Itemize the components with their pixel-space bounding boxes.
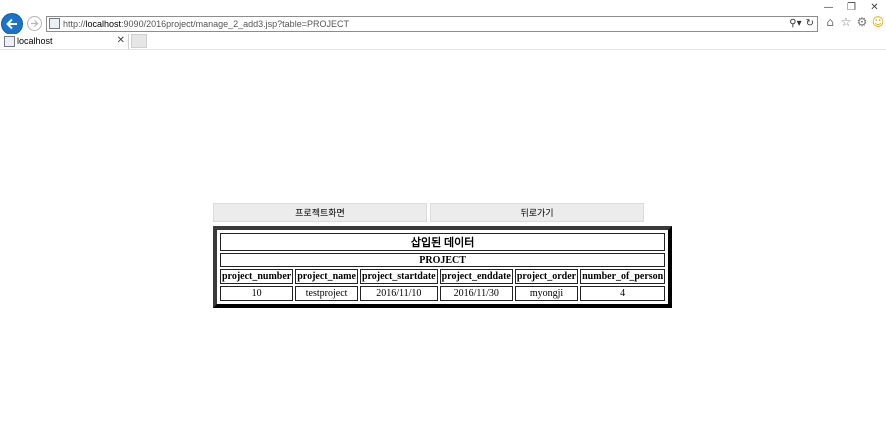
button-row: 프로젝트화면 뒤로가기 xyxy=(213,203,644,222)
table-header-row: project_number project_name project_star… xyxy=(220,269,666,284)
close-tab-icon[interactable]: ✕ xyxy=(117,34,125,48)
table-cell: myongji xyxy=(514,286,579,301)
page-favicon xyxy=(49,18,60,29)
tab-localhost[interactable]: localhost ✕ xyxy=(0,34,129,49)
url-scheme: http:// xyxy=(63,19,86,29)
tab-favicon xyxy=(4,36,15,47)
table-caption: 삽입된 데이터 xyxy=(220,233,666,251)
back-button[interactable] xyxy=(1,13,23,35)
forward-arrow-icon xyxy=(31,20,39,27)
address-tools: ⚲▾ ↻ xyxy=(789,17,814,31)
data-table: 삽입된 데이터 PROJECT project_number project_n… xyxy=(218,231,667,303)
table-cell: 4 xyxy=(580,286,666,301)
url-text[interactable]: http://localhost:9090/2016project/manage… xyxy=(63,18,349,30)
column-header: project_number xyxy=(220,269,294,284)
toolbar-icons: ⌂ ☆ ⚙ ☺ xyxy=(824,15,884,29)
url-path: :9090/2016project/manage_2_add3.jsp?tabl… xyxy=(121,19,349,29)
table-row: 10 testproject 2016/11/10 2016/11/30 myo… xyxy=(220,286,666,301)
column-header: project_enddate xyxy=(439,269,513,284)
table-cell: 10 xyxy=(220,286,294,301)
column-header: project_order xyxy=(514,269,579,284)
tab-strip: localhost ✕ xyxy=(0,34,886,50)
table-name: PROJECT xyxy=(220,253,666,267)
gear-icon[interactable]: ⚙ xyxy=(856,15,868,29)
home-icon[interactable]: ⌂ xyxy=(824,15,836,29)
inserted-data-table: 삽입된 데이터 PROJECT project_number project_n… xyxy=(213,226,673,308)
table-cell: testproject xyxy=(295,286,358,301)
address-bar[interactable]: http://localhost:9090/2016project/manage… xyxy=(46,16,818,32)
search-icon[interactable]: ⚲▾ xyxy=(789,17,801,31)
project-screen-button[interactable]: 프로젝트화면 xyxy=(213,203,427,222)
column-header: project_startdate xyxy=(359,269,438,284)
forward-button[interactable] xyxy=(27,16,42,31)
new-tab-button[interactable] xyxy=(131,34,147,48)
refresh-icon[interactable]: ↻ xyxy=(806,17,814,31)
back-page-button[interactable]: 뒤로가기 xyxy=(430,203,644,222)
back-arrow-icon xyxy=(6,18,17,30)
column-header: project_name xyxy=(295,269,358,284)
table-cell: 2016/11/10 xyxy=(359,286,438,301)
smiley-icon[interactable]: ☺ xyxy=(872,15,885,29)
star-icon[interactable]: ☆ xyxy=(840,15,852,29)
url-host: localhost xyxy=(85,19,122,29)
navigation-bar: http://localhost:9090/2016project/manage… xyxy=(0,12,886,35)
table-cell: 2016/11/30 xyxy=(439,286,513,301)
tab-title: localhost xyxy=(17,36,53,46)
column-header: number_of_person xyxy=(580,269,666,284)
